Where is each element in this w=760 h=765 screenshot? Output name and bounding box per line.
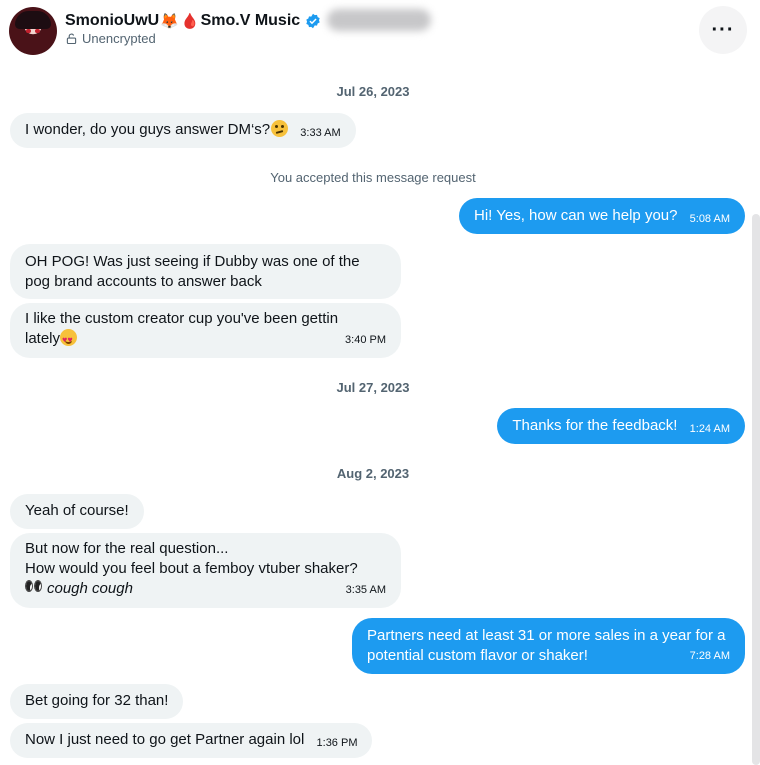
incoming-message[interactable]: Yeah of course! [10, 494, 144, 529]
avatar-hair [15, 11, 51, 29]
incoming-message[interactable]: But now for the real question... How wou… [10, 533, 401, 608]
date-divider: Jul 26, 2023 [336, 84, 410, 99]
more-dots-icon: ··· [711, 18, 735, 41]
incoming-message[interactable]: Now I just need to go get Partner again … [10, 723, 373, 758]
outgoing-message[interactable]: Partners need at least 31 or more sales … [352, 618, 745, 674]
display-name-suffix[interactable]: Smo.V Music [201, 12, 301, 30]
message-text-line: How would you feel bout a femboy vtuber … [25, 560, 358, 577]
heart-eyes-face-icon [60, 329, 78, 351]
verified-badge-icon [306, 13, 320, 29]
message-text-line: Partners need at least 31 or more sales … [367, 627, 726, 644]
outgoing-message[interactable]: Hi! Yes, how can we help you? 5:08 AM [459, 198, 745, 234]
message-text-line: cough cough [47, 580, 133, 597]
message-text: I wonder, do you guys answer DM‘s? [25, 121, 271, 138]
message-text: Bet going for 32 than! [25, 692, 169, 709]
message-time: 1:36 PM [316, 737, 358, 749]
display-name[interactable]: SmonioUwU [65, 12, 159, 30]
eyes-emoji-icon [25, 580, 43, 594]
message-time: 3:35 AM [345, 584, 386, 596]
message-text-line: I like the custom creator cup you've bee… [25, 310, 339, 327]
display-name-row[interactable]: SmonioUwU 🦊 🩸 Smo.V Music [65, 9, 432, 32]
incoming-message[interactable]: Bet going for 32 than! [10, 684, 184, 719]
conversation-header: SmonioUwU 🦊 🩸 Smo.V Music Unencrypted ··… [0, 0, 760, 60]
date-divider: Aug 2, 2023 [336, 466, 410, 481]
encryption-status: Unencrypted [66, 31, 156, 46]
message-time: 7:28 AM [689, 650, 730, 662]
avatar-eye [26, 29, 31, 33]
system-notice: You accepted this message request [270, 170, 476, 185]
message-text: Hi! Yes, how can we help you? [474, 207, 678, 224]
thinking-face-icon [271, 120, 289, 137]
message-text: Yeah of course! [25, 502, 129, 519]
message-time: 3:40 PM [345, 334, 386, 346]
message-text-line: pog brand accounts to answer back [25, 273, 262, 290]
message-time: 5:08 AM [689, 213, 730, 225]
message-text-line: But now for the real question... [25, 540, 229, 557]
message-text-line: potential custom flavor or shaker! [367, 647, 588, 664]
date-divider: Jul 27, 2023 [336, 380, 410, 395]
unlock-icon [66, 33, 77, 44]
scrollbar[interactable] [752, 214, 760, 765]
message-text-line: OH POG! Was just seeing if Dubby was one… [25, 253, 360, 270]
blood-drop-emoji: 🩸 [180, 12, 200, 30]
message-time: 3:33 AM [300, 127, 341, 139]
incoming-message[interactable]: I like the custom creator cup you've bee… [10, 303, 401, 358]
redacted-handle [327, 9, 432, 31]
message-time: 1:24 AM [689, 423, 730, 435]
avatar[interactable] [9, 7, 57, 55]
message-text-line: lately [25, 330, 61, 347]
encryption-label: Unencrypted [82, 31, 156, 46]
fox-emoji: 🦊 [160, 12, 179, 30]
incoming-message[interactable]: I wonder, do you guys answer DM‘s? 3:33 … [10, 113, 356, 148]
message-text: Thanks for the feedback! [512, 417, 678, 434]
incoming-message[interactable]: OH POG! Was just seeing if Dubby was one… [10, 244, 401, 299]
more-options-button[interactable]: ··· [699, 6, 747, 54]
avatar-eye [35, 29, 40, 33]
outgoing-message[interactable]: Thanks for the feedback! 1:24 AM [497, 408, 745, 444]
message-text: Now I just need to go get Partner again … [25, 731, 305, 748]
